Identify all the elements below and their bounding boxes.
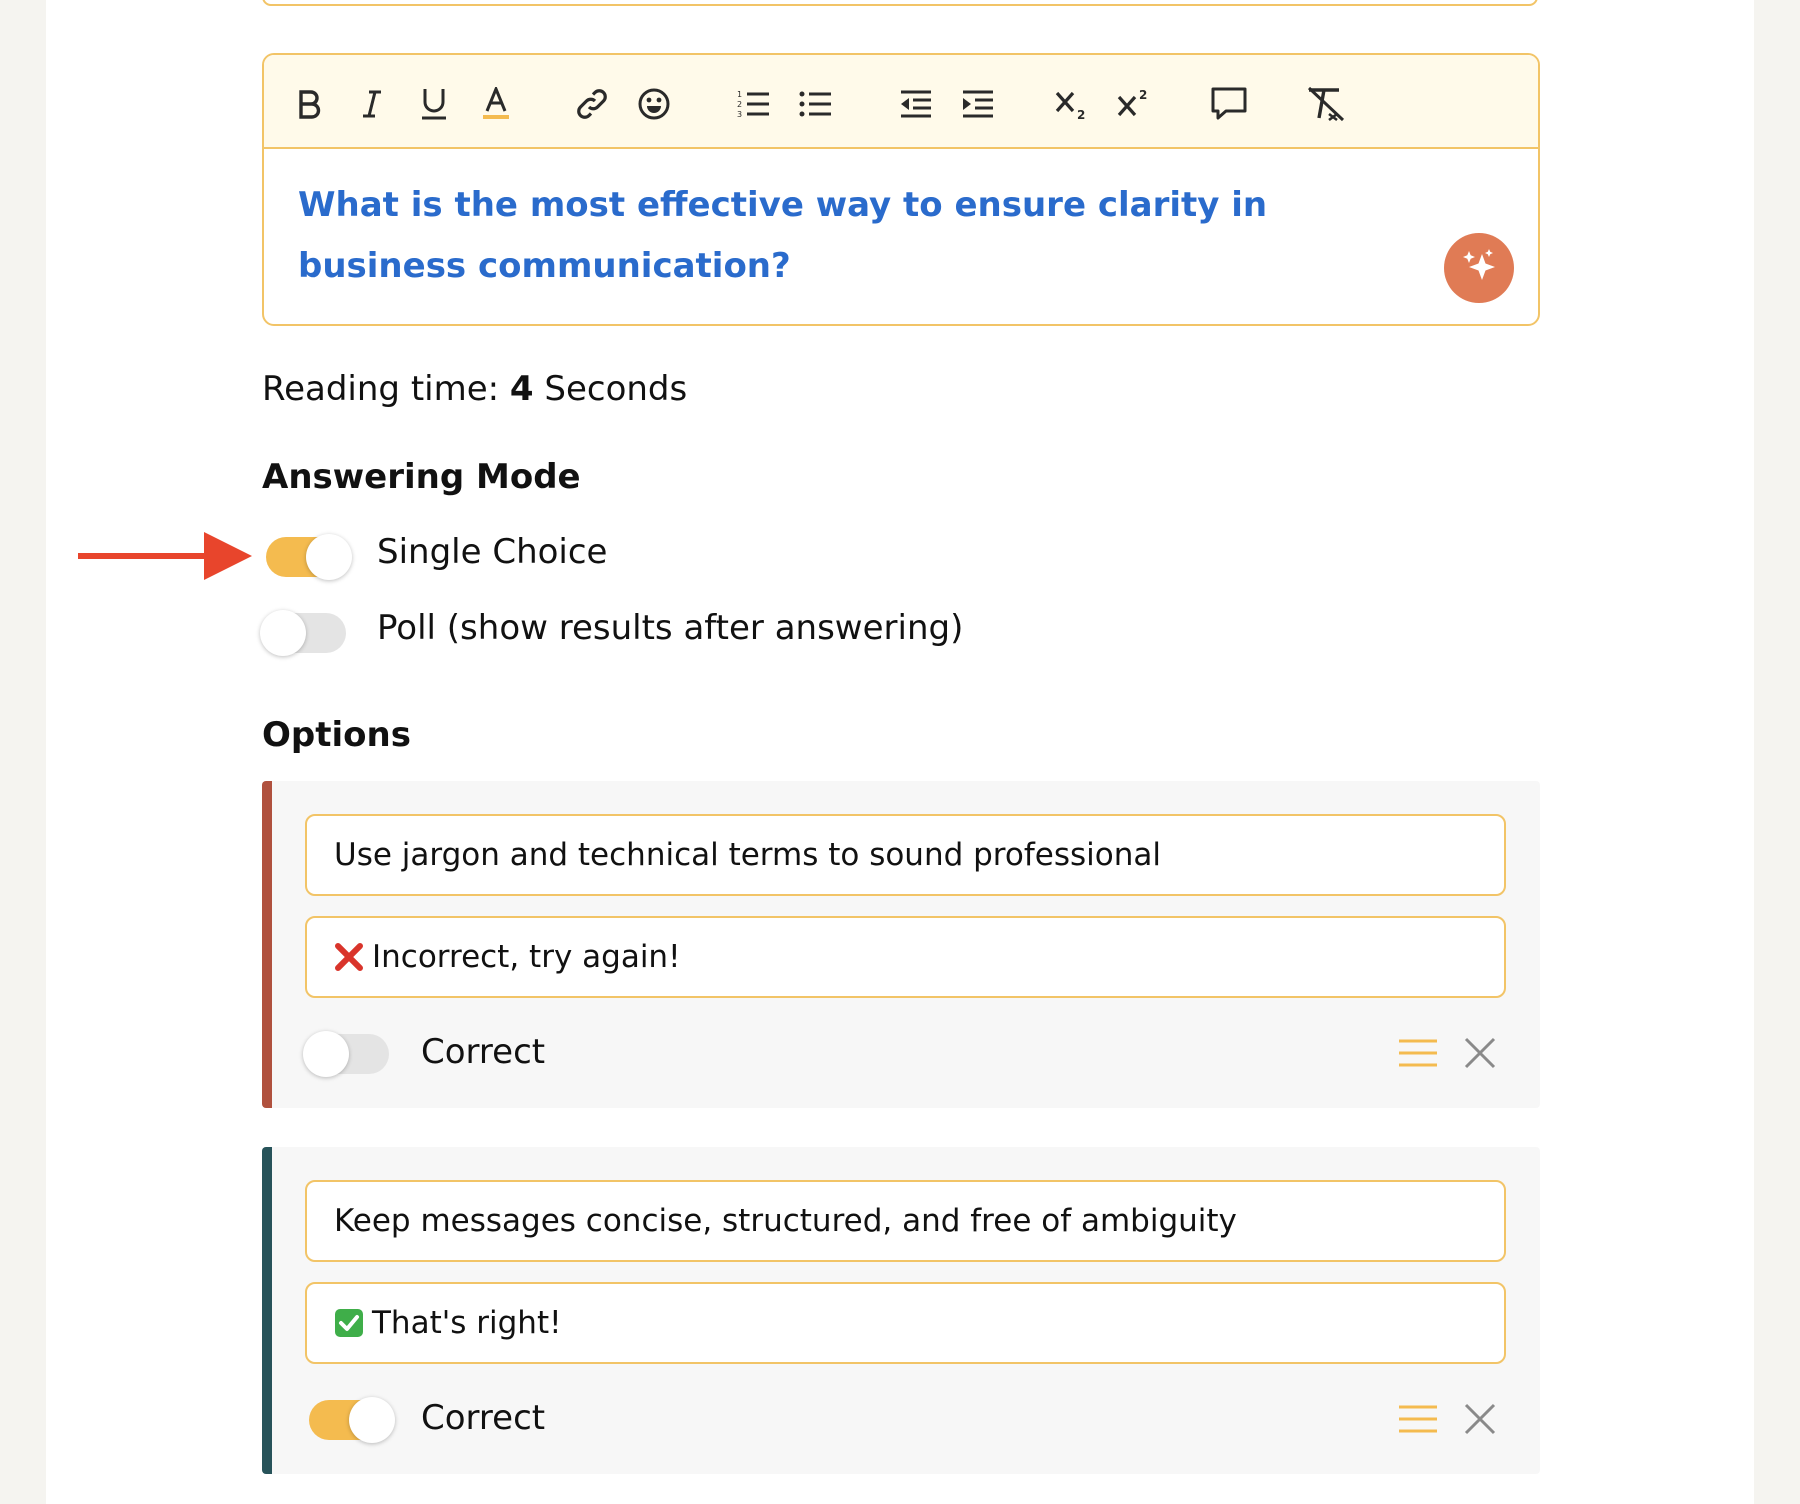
reading-time: Reading time: 4 Seconds xyxy=(262,369,687,409)
poll-label: Poll (show results after answering) xyxy=(377,608,964,648)
option-text-input[interactable]: Use jargon and technical terms to sound … xyxy=(305,814,1506,896)
option-feedback-input[interactable]: That's right! xyxy=(305,1282,1506,1364)
correct-toggle[interactable] xyxy=(303,1031,389,1077)
answering-mode-heading: Answering Mode xyxy=(262,457,581,497)
reading-time-unit: Seconds xyxy=(544,369,688,409)
option-text: Keep messages concise, structured, and f… xyxy=(334,1203,1237,1239)
indent-icon[interactable] xyxy=(958,79,998,129)
check-mark-icon xyxy=(334,1308,364,1338)
reading-time-label: Reading time: xyxy=(262,369,500,409)
drag-handle-icon[interactable] xyxy=(1396,1397,1440,1441)
subscript-icon[interactable]: 2 xyxy=(1052,79,1092,129)
poll-toggle[interactable] xyxy=(260,610,346,656)
underline-icon[interactable] xyxy=(416,79,452,129)
question-text[interactable]: What is the most effective way to ensure… xyxy=(298,175,1428,297)
numbered-list-icon[interactable]: 123 xyxy=(734,79,774,129)
font-color-icon[interactable] xyxy=(478,79,514,129)
reading-time-value: 4 xyxy=(509,369,534,409)
link-icon[interactable] xyxy=(572,79,612,129)
superscript-icon[interactable]: 2 xyxy=(1114,79,1154,129)
question-editor[interactable]: 123 2 2 What is the most effective way t… xyxy=(262,53,1540,326)
clear-format-icon[interactable] xyxy=(1304,79,1348,129)
bulleted-list-icon[interactable] xyxy=(796,79,836,129)
correct-label: Correct xyxy=(421,1398,546,1438)
sparkle-icon[interactable] xyxy=(1444,233,1514,303)
toggle-knob xyxy=(260,610,306,656)
option-feedback: Incorrect, try again! xyxy=(372,939,681,975)
bold-icon[interactable] xyxy=(292,79,328,129)
emoji-icon[interactable] xyxy=(634,79,674,129)
svg-text:3: 3 xyxy=(737,110,742,119)
options-heading: Options xyxy=(262,715,411,755)
option-card-2: Keep messages concise, structured, and f… xyxy=(262,1147,1540,1474)
toggle-knob xyxy=(349,1397,395,1443)
drag-handle-icon[interactable] xyxy=(1396,1031,1440,1075)
previous-block-edge xyxy=(262,0,1538,6)
option-feedback-input[interactable]: Incorrect, try again! xyxy=(305,916,1506,998)
option-feedback: That's right! xyxy=(372,1305,562,1341)
editor-toolbar: 123 2 2 xyxy=(264,55,1538,149)
cross-mark-icon xyxy=(334,942,364,972)
single-choice-label: Single Choice xyxy=(377,532,608,572)
comment-icon[interactable] xyxy=(1208,79,1250,129)
svg-text:1: 1 xyxy=(737,90,742,99)
single-choice-toggle[interactable] xyxy=(266,534,352,580)
close-icon[interactable] xyxy=(1458,1397,1502,1441)
option-card-1: Use jargon and technical terms to sound … xyxy=(262,781,1540,1108)
annotation-arrow-icon xyxy=(78,528,256,588)
option-text-input[interactable]: Keep messages concise, structured, and f… xyxy=(305,1180,1506,1262)
svg-text:2: 2 xyxy=(1077,108,1085,121)
correct-label: Correct xyxy=(421,1032,546,1072)
close-icon[interactable] xyxy=(1458,1031,1502,1075)
option-text: Use jargon and technical terms to sound … xyxy=(334,837,1161,873)
correct-toggle[interactable] xyxy=(309,1397,395,1443)
toggle-knob xyxy=(303,1031,349,1077)
toggle-knob xyxy=(306,534,352,580)
svg-text:2: 2 xyxy=(737,100,742,109)
italic-icon[interactable] xyxy=(354,79,390,129)
outdent-icon[interactable] xyxy=(896,79,936,129)
option-accent-bar xyxy=(262,1147,272,1474)
svg-text:2: 2 xyxy=(1139,88,1147,102)
option-accent-bar xyxy=(262,781,272,1108)
